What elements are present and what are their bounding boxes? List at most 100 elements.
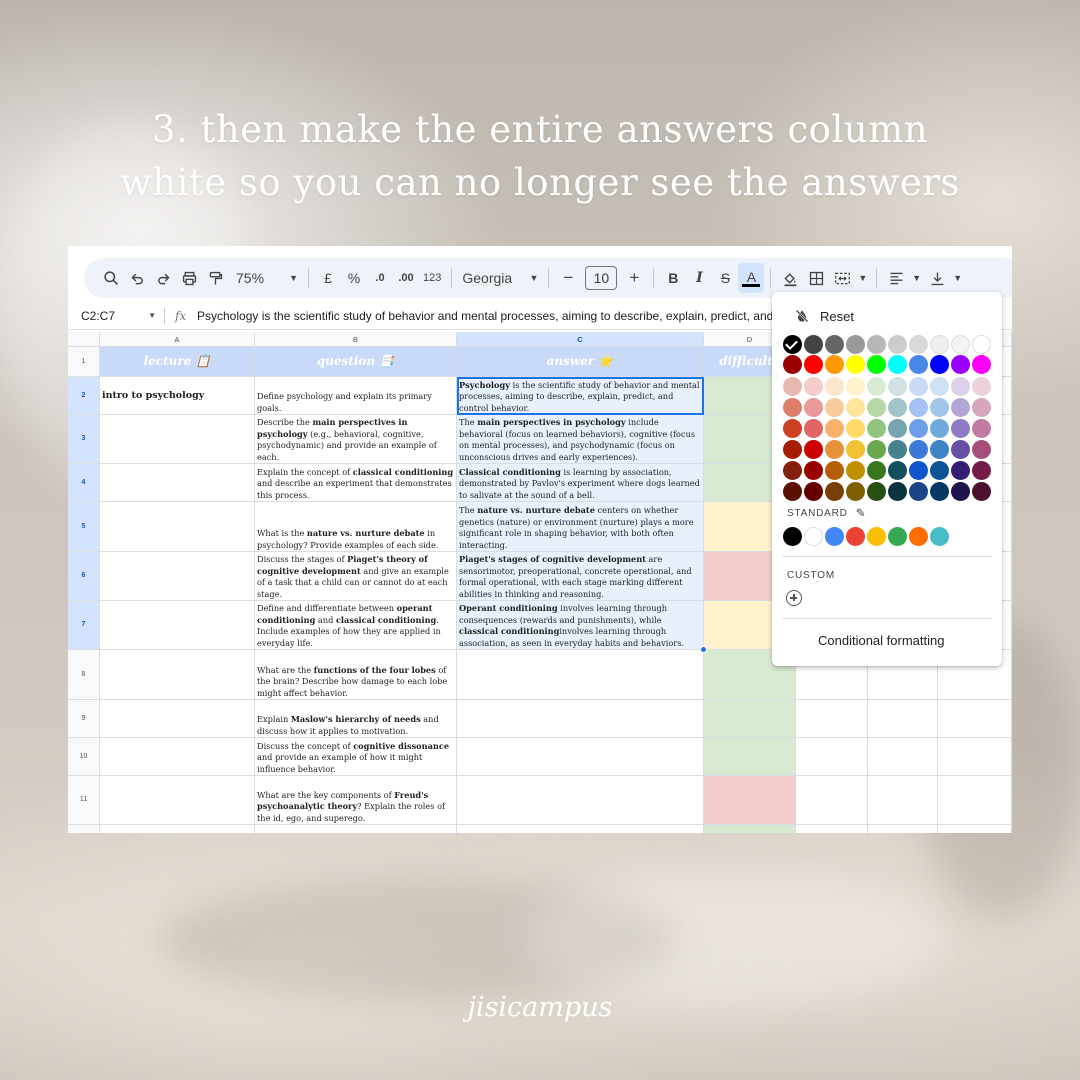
color-swatch[interactable]	[951, 398, 970, 417]
row-header-5[interactable]: 5	[68, 502, 100, 552]
color-swatch[interactable]	[825, 440, 844, 459]
chevron-down-icon[interactable]: ▼	[950, 263, 965, 293]
color-swatch[interactable]	[909, 398, 928, 417]
add-custom-color-icon[interactable]	[786, 590, 802, 606]
question-cell[interactable]: Explain Maslow's hierarchy of needs and …	[255, 700, 457, 738]
color-swatch[interactable]	[783, 355, 802, 374]
lecture-cell[interactable]	[100, 738, 255, 776]
row-header-2[interactable]: 2	[68, 377, 100, 415]
color-swatch[interactable]	[867, 419, 886, 438]
font-size-input[interactable]: 10	[585, 266, 618, 290]
color-swatch[interactable]	[972, 440, 991, 459]
text-color-button[interactable]: A	[738, 263, 765, 293]
decrease-decimal-button[interactable]: .0	[367, 263, 393, 293]
answer-cell[interactable]	[457, 776, 704, 825]
color-swatch[interactable]	[972, 461, 991, 480]
color-swatch[interactable]	[804, 355, 823, 374]
cell[interactable]	[868, 776, 938, 825]
color-swatch[interactable]	[804, 461, 823, 480]
conditional-formatting-link[interactable]: Conditional formatting	[818, 633, 944, 648]
answer-cell[interactable]: Operant conditioning involves learning t…	[457, 601, 704, 650]
color-swatch[interactable]	[930, 355, 949, 374]
lecture-cell[interactable]	[100, 650, 255, 700]
difficulty-cell[interactable]	[704, 700, 796, 738]
answer-cell[interactable]: Classical conditioning is learning by as…	[457, 464, 704, 502]
color-swatch[interactable]	[972, 335, 991, 354]
reset-color-button[interactable]: Reset	[794, 308, 854, 324]
question-header[interactable]: question 📑	[255, 347, 457, 377]
color-swatch[interactable]	[867, 355, 886, 374]
lecture-cell[interactable]: intro to psychology	[100, 377, 255, 415]
color-swatch[interactable]	[930, 461, 949, 480]
color-swatch[interactable]	[846, 355, 865, 374]
search-menus-icon[interactable]	[98, 263, 124, 293]
color-swatch[interactable]	[930, 377, 949, 396]
lecture-cell[interactable]	[100, 502, 255, 552]
color-swatch[interactable]	[909, 419, 928, 438]
standard-color-swatch[interactable]	[783, 527, 802, 546]
column-header-c[interactable]: C	[457, 332, 704, 347]
color-swatch[interactable]	[951, 355, 970, 374]
percent-format-button[interactable]: %	[341, 263, 367, 293]
selection-fill-handle[interactable]	[700, 646, 707, 653]
color-swatch[interactable]	[930, 419, 949, 438]
column-header-a[interactable]: A	[100, 332, 255, 347]
lecture-header[interactable]: lecture 📋	[100, 347, 255, 377]
color-swatch[interactable]	[825, 419, 844, 438]
color-swatch[interactable]	[867, 482, 886, 501]
color-swatch[interactable]	[972, 377, 991, 396]
select-all-corner[interactable]	[68, 332, 100, 347]
italic-button[interactable]: I	[686, 263, 712, 293]
answer-cell[interactable]	[457, 738, 704, 776]
color-swatch[interactable]	[846, 377, 865, 396]
color-swatch[interactable]	[804, 335, 823, 354]
color-swatch[interactable]	[951, 482, 970, 501]
color-swatch[interactable]	[888, 335, 907, 354]
font-size-decrease-button[interactable]: −	[555, 263, 581, 293]
borders-icon[interactable]	[803, 263, 829, 293]
color-swatch[interactable]	[951, 461, 970, 480]
color-swatch[interactable]	[888, 440, 907, 459]
color-swatch[interactable]	[888, 482, 907, 501]
color-swatch[interactable]	[972, 419, 991, 438]
standard-color-swatch[interactable]	[846, 527, 865, 546]
answer-cell[interactable]	[457, 700, 704, 738]
answer-cell[interactable]: The nature vs. nurture debate centers on…	[457, 502, 704, 552]
question-cell[interactable]: Describe the main perspectives in psycho…	[255, 415, 457, 464]
number-format-button[interactable]: 123	[419, 263, 445, 293]
standard-color-swatch[interactable]	[930, 527, 949, 546]
question-cell[interactable]: Discuss the concept of cognitive dissona…	[255, 738, 457, 776]
color-swatch[interactable]	[972, 482, 991, 501]
merge-cells-icon[interactable]	[829, 263, 855, 293]
color-swatch[interactable]	[783, 335, 802, 354]
color-swatch[interactable]	[972, 355, 991, 374]
font-select[interactable]: Georgia ▼	[458, 263, 542, 293]
fill-color-icon[interactable]	[777, 263, 803, 293]
color-swatch[interactable]	[909, 335, 928, 354]
cell[interactable]	[796, 776, 868, 825]
color-swatch[interactable]	[825, 461, 844, 480]
color-swatch[interactable]	[846, 461, 865, 480]
color-swatch[interactable]	[825, 355, 844, 374]
row-header-3[interactable]: 3	[68, 415, 100, 464]
cell[interactable]	[938, 738, 1012, 776]
lecture-cell[interactable]	[100, 464, 255, 502]
color-swatch[interactable]	[930, 482, 949, 501]
standard-color-swatch[interactable]	[909, 527, 928, 546]
color-swatch[interactable]	[804, 482, 823, 501]
color-swatch[interactable]	[846, 335, 865, 354]
cell[interactable]	[938, 700, 1012, 738]
color-swatch[interactable]	[888, 355, 907, 374]
lecture-cell[interactable]	[100, 415, 255, 464]
cell[interactable]	[796, 738, 868, 776]
print-icon[interactable]	[176, 263, 202, 293]
question-cell[interactable]: Define and differentiate between operant…	[255, 601, 457, 650]
currency-format-button[interactable]: £	[315, 263, 341, 293]
cell[interactable]	[796, 700, 868, 738]
color-swatch[interactable]	[825, 482, 844, 501]
undo-icon[interactable]	[124, 263, 150, 293]
answer-cell[interactable]: Piaget's stages of cognitive development…	[457, 552, 704, 601]
question-cell[interactable]: What are the key components of Freud's p…	[255, 776, 457, 825]
chevron-down-icon[interactable]: ▼	[909, 263, 924, 293]
standard-color-swatch[interactable]	[804, 527, 823, 546]
